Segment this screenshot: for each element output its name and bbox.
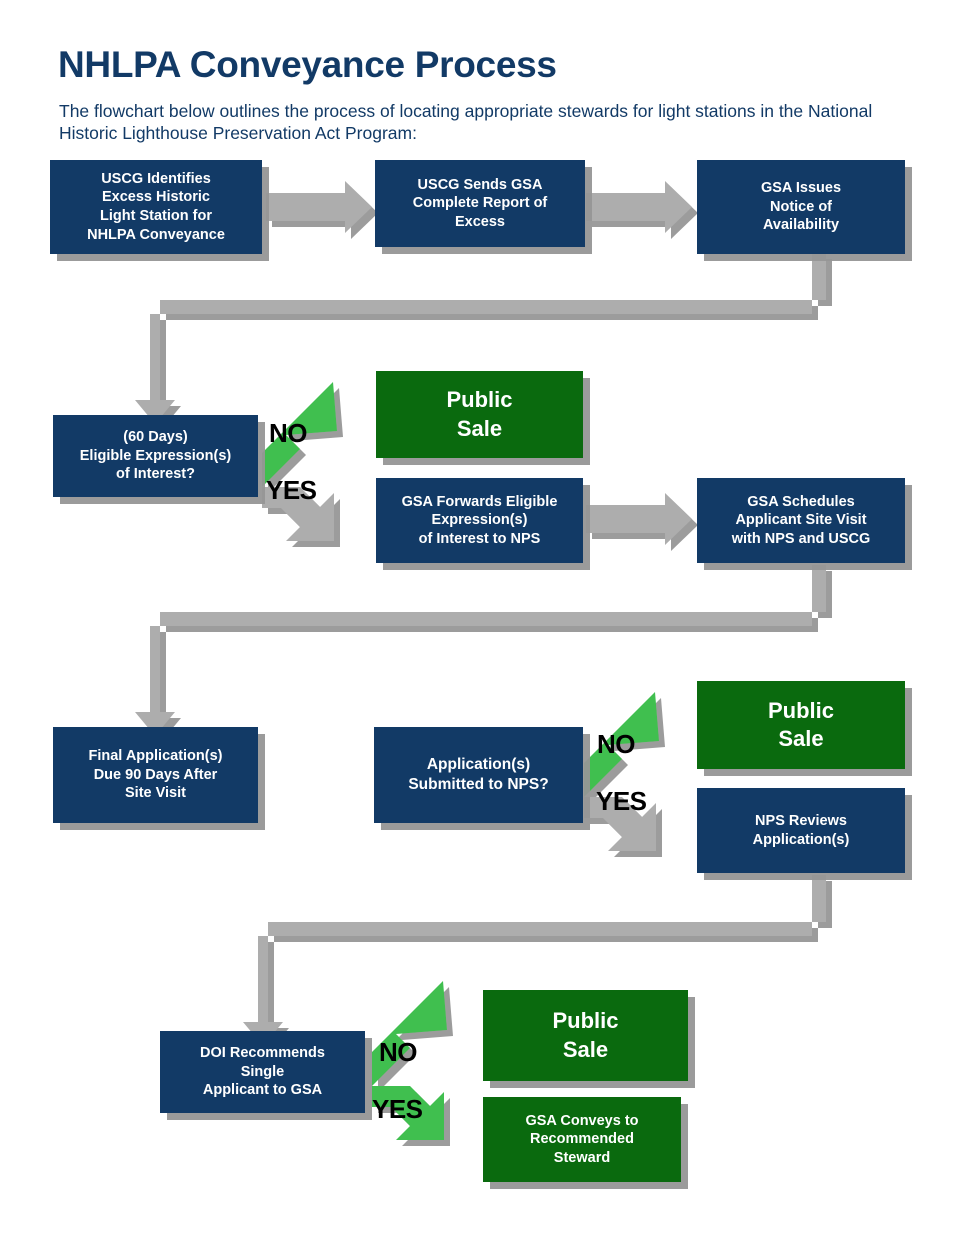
node-uscg-identifies[interactable]: USCG Identifies Excess Historic Light Stat…	[50, 160, 262, 254]
node-label: USCG Identifies Excess Historic Light Stat…	[87, 170, 225, 243]
flowchart-page: NHLPA Conveyance Process The flowchart b…	[0, 0, 960, 1242]
page-title: NHLPA Conveyance Process	[58, 44, 557, 85]
node-eligible-expressions-decision[interactable]: (60 Days) Eligible Expression(s) of Intere…	[53, 415, 258, 497]
node-label: Public Sale	[446, 387, 513, 441]
node-label: GSA Conveys to Recommended Steward	[525, 1112, 639, 1166]
node-doi-recommends-decision[interactable]: DOI Recommends Single Applicant to GSA	[160, 1031, 365, 1113]
node-gsa-issues-notice[interactable]: GSA Issues Notice of Availability	[697, 160, 905, 254]
node-applications-submitted-decision[interactable]: Application(s) Submitted to NPS?	[374, 727, 583, 823]
node-label: GSA Forwards Eligible Expression(s) of Int…	[401, 493, 558, 547]
node-public-sale-row2[interactable]: Public Sale	[376, 371, 583, 458]
node-label: Public Sale	[552, 1008, 619, 1062]
branch-label-row3-yes: YES	[596, 786, 647, 816]
branch-label-row2-yes: YES	[266, 475, 317, 505]
node-label: GSA Schedules Applicant Site Visit with NP…	[731, 493, 871, 547]
node-label: (60 Days) Eligible Expression(s) of Intere…	[79, 429, 232, 483]
branch-label-row2-no: NO	[269, 418, 308, 448]
node-final-applications-due[interactable]: Final Application(s) Due 90 Days After Sit…	[53, 727, 258, 823]
branch-label-row3-no: NO	[597, 729, 636, 759]
branch-label-row4-yes: YES	[372, 1094, 423, 1124]
arrow-n1-n2	[266, 181, 372, 233]
arrow-n6-n7	[586, 493, 692, 545]
node-label: GSA Issues Notice of Availability	[760, 180, 842, 234]
node-label: Public Sale	[767, 697, 834, 751]
node-gsa-forwards-expressions[interactable]: GSA Forwards Eligible Expression(s) of Int…	[376, 478, 583, 563]
node-uscg-sends-gsa[interactable]: USCG Sends GSA Complete Report of Excess	[375, 160, 585, 247]
node-label: Application(s) Submitted to NPS?	[408, 756, 549, 793]
node-label: DOI Recommends Single Applicant to GSA	[200, 1045, 325, 1099]
node-label: NPS Reviews Application(s)	[752, 812, 850, 848]
node-label: USCG Sends GSA Complete Report of Excess	[412, 176, 548, 230]
node-gsa-schedules-site-visit[interactable]: GSA Schedules Applicant Site Visit with NP…	[697, 478, 905, 563]
arrow-n2-n3	[586, 181, 692, 233]
node-gsa-conveys-steward[interactable]: GSA Conveys to Recommended Steward	[483, 1097, 681, 1182]
node-nps-reviews-applications[interactable]: NPS Reviews Application(s)	[697, 788, 905, 873]
node-public-sale-row4[interactable]: Public Sale	[483, 990, 688, 1081]
branch-label-row4-no: NO	[379, 1037, 418, 1067]
node-label: Final Application(s) Due 90 Days After Sit…	[88, 748, 223, 802]
arrow-row4-no	[372, 981, 447, 1086]
page-subtitle: The flowchart below outlines the process…	[59, 101, 873, 143]
node-public-sale-row3[interactable]: Public Sale	[697, 681, 905, 769]
